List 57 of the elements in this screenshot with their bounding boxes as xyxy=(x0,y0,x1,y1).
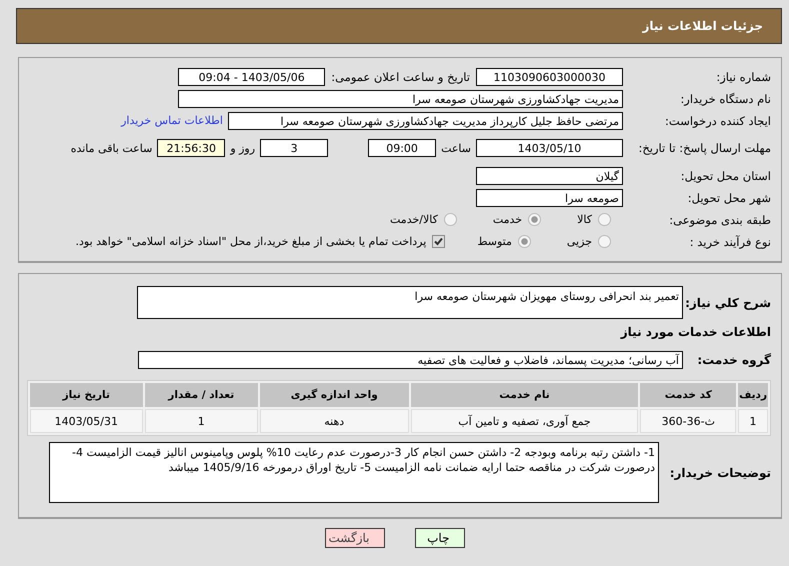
column-header: تعداد / مقدار xyxy=(144,383,258,407)
contact-link[interactable]: اطلاعات تماس خریدار xyxy=(121,114,223,127)
column-header: تاریخ نیاز xyxy=(30,383,143,407)
requester-field: مرتضی حافظ جلیل کارپرداز مدیریت جهادکشاورزی شهرستان صومعه سرا xyxy=(228,112,623,130)
deadline-date-field: 1403/05/10 xyxy=(476,139,623,157)
city-field: صومعه سرا xyxy=(476,188,623,206)
radio-label: متوسط xyxy=(477,235,512,248)
checkbox[interactable] xyxy=(432,235,446,248)
table-cell: 1403/05/31 xyxy=(30,409,143,433)
field-label: گروه خدمت: xyxy=(696,352,771,366)
field-label: توضیحات خریدار: xyxy=(668,466,771,480)
service-group-field: آب رسانی؛ مدیریت پسماند، فاضلاب و فعالیت های تصفیه xyxy=(138,350,683,368)
remaining-time-field: 21:56:30 xyxy=(157,139,226,157)
table-cell: جمع آوری، تصفیه و تامین آب xyxy=(410,409,638,433)
summary-textarea[interactable]: تعمیر بند انحرافی روستای مهویزان شهرستان صومعه سرا xyxy=(137,286,683,319)
radio-button[interactable] xyxy=(518,235,531,248)
field-label: مهلت ارسال پاسخ: تا تاریخ: xyxy=(637,141,771,155)
deadline-time-field: 09:00 xyxy=(368,139,436,157)
field-label: طبقه بندی موضوعی: xyxy=(668,212,771,226)
column-header: واحد اندازه گیری xyxy=(260,383,409,407)
notes-textarea[interactable]: 1- داشتن رتبه برنامه وبودجه 2- داشتن حسن انجام کار 3-درصورت عدم رعایت 10% پلوس وپامینوس انالیز قیمت الزامیست 4-درصورت شرکت در مناقصه حتما ارایه ضمانت نامه الزامیست 5- تاریخ اوراق درمورخه 1405/9/16 میباشد xyxy=(49,442,659,503)
time-label: ساعت xyxy=(441,142,471,154)
section-heading: اطلاعات خدمات مورد نیاز xyxy=(619,325,771,339)
print-button[interactable]: چاپ xyxy=(414,528,464,548)
table-cell: ث-36-360 xyxy=(640,409,736,433)
field-label: شرح کلي نیاز: xyxy=(684,296,771,310)
column-header: کد خدمت xyxy=(640,383,736,407)
radio-button[interactable] xyxy=(444,213,457,226)
column-header: نام خدمت xyxy=(410,383,638,407)
field-label: شماره نیاز: xyxy=(715,70,771,84)
field-label: شهر محل تحویل: xyxy=(686,190,771,204)
field-label: تاریخ و ساعت اعلان عمومی: xyxy=(331,70,470,84)
radio-button[interactable] xyxy=(528,213,542,226)
field-label: ایجاد کننده درخواست: xyxy=(664,114,771,128)
announce-date-field: 1403/05/06 - 09:04 xyxy=(178,68,326,86)
field-label: استان محل تحویل: xyxy=(680,168,771,182)
need-number-field: 1103090603000030 xyxy=(476,68,623,86)
remaining-label: ساعت باقی مانده xyxy=(70,142,152,154)
table-cell: دهنه xyxy=(260,409,409,433)
buyer-field: مدیریت جهادکشاورزی شهرستان صومعه سرا xyxy=(178,90,623,108)
days-label: روز و xyxy=(230,142,256,154)
days-field: 3 xyxy=(260,139,328,157)
radio-label: کالا/خدمت xyxy=(390,213,438,226)
radio-label: کالا xyxy=(577,213,592,226)
checkbox-label: پرداخت تمام یا بخشی از مبلغ خرید،از محل "اسناد خزانه اسلامی" خواهد بود. xyxy=(76,235,426,248)
province-field: گیلان xyxy=(476,166,623,184)
table-cell: 1 xyxy=(738,409,768,433)
field-label: نام دستگاه خریدار: xyxy=(679,92,771,106)
radio-button[interactable] xyxy=(598,213,611,226)
page-title: جزئیات اطلاعات نیاز xyxy=(642,19,763,33)
radio-button[interactable] xyxy=(598,235,611,248)
field-label: نوع فرآیند خرید : xyxy=(688,234,771,248)
table-cell: 1 xyxy=(144,409,258,433)
radio-label: جزیی xyxy=(566,235,592,248)
back-button[interactable]: بازگشت xyxy=(324,528,384,548)
column-header: ردیف xyxy=(738,383,768,407)
radio-label: خدمت xyxy=(492,213,522,226)
